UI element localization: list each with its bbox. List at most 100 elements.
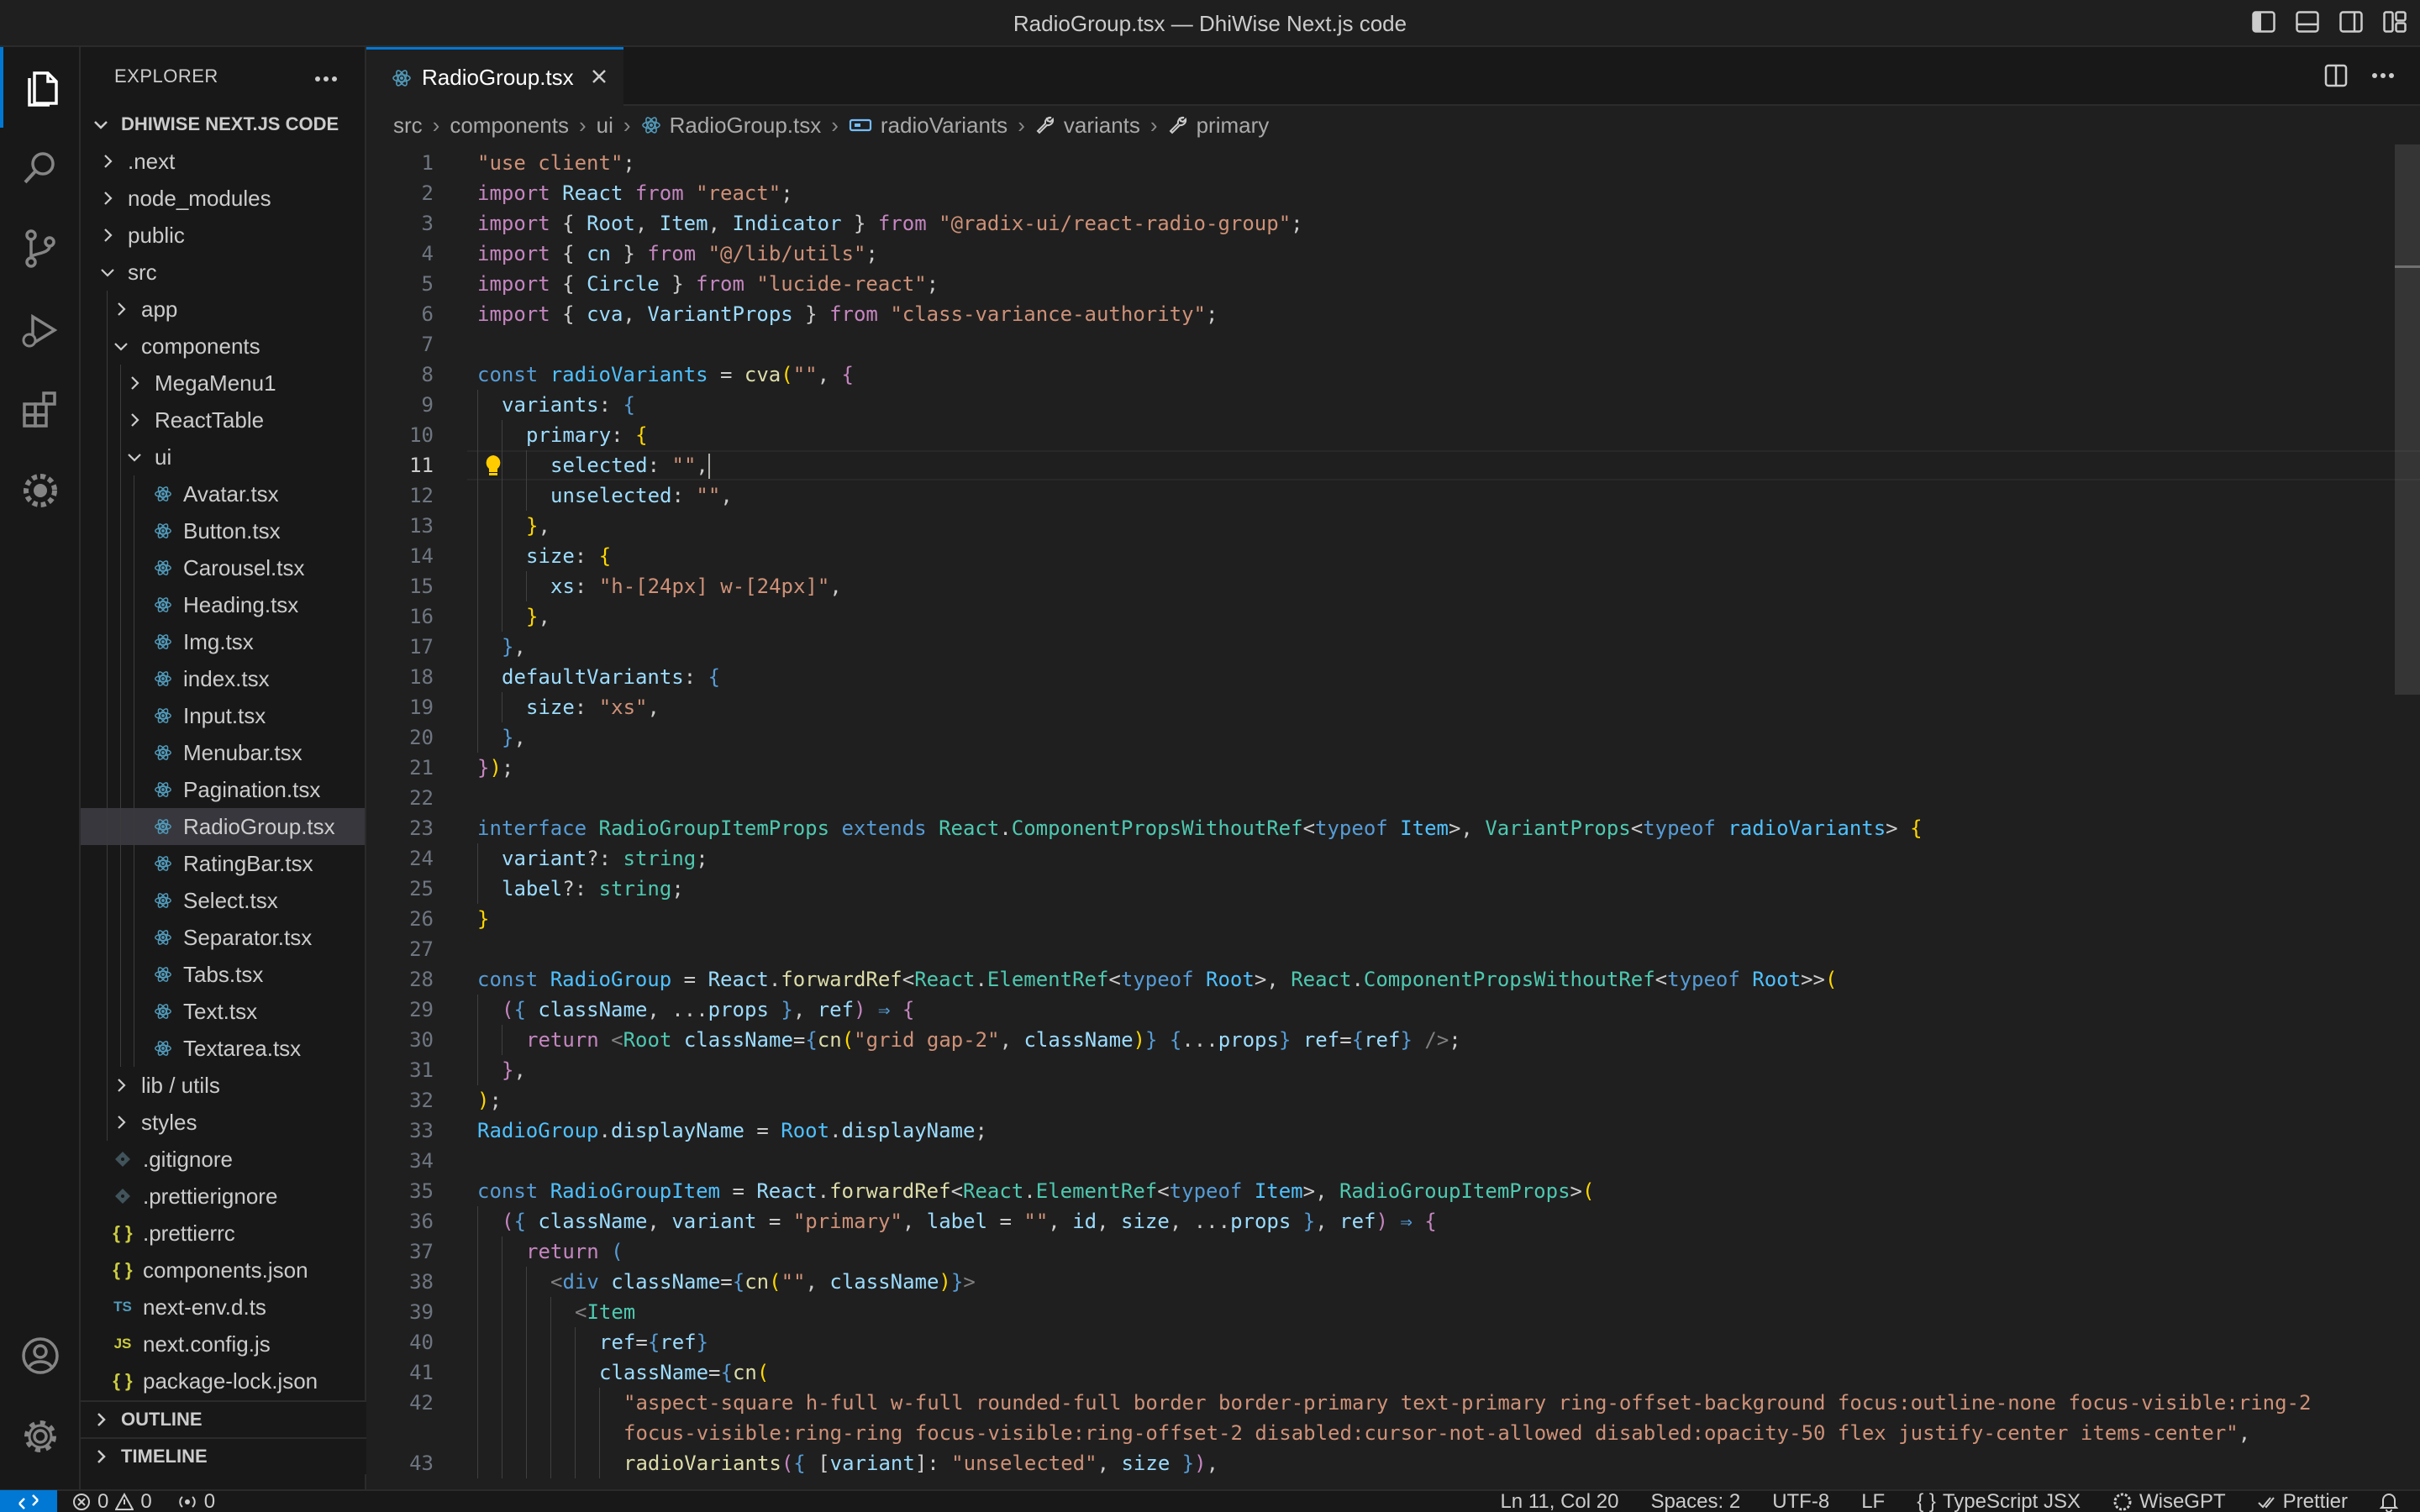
- tree-file[interactable]: RadioGroup.tsx: [81, 808, 365, 845]
- code-line[interactable]: },: [502, 722, 526, 753]
- code-line[interactable]: "use client";: [477, 148, 635, 178]
- tree-folder[interactable]: styles: [81, 1104, 365, 1141]
- code-line[interactable]: },: [526, 601, 550, 632]
- code-line[interactable]: import { Root, Item, Indicator } from "@…: [477, 208, 1303, 239]
- tree-folder[interactable]: node_modules: [81, 180, 365, 217]
- tree-file[interactable]: index.tsx: [81, 660, 365, 697]
- code-line[interactable]: primary: {: [526, 420, 648, 450]
- code-line[interactable]: focus-visible:ring-ring focus-visible:ri…: [623, 1418, 2250, 1448]
- tree-file[interactable]: Textarea.tsx: [81, 1030, 365, 1067]
- encoding[interactable]: UTF-8: [1772, 1490, 1829, 1512]
- code-line[interactable]: ref={ref}: [599, 1327, 708, 1357]
- code-line[interactable]: },: [526, 511, 550, 541]
- close-icon[interactable]: [591, 65, 608, 91]
- code-line[interactable]: interface RadioGroupItemProps extends Re…: [477, 813, 1923, 843]
- remote-indicator-icon[interactable]: [0, 1490, 57, 1512]
- outline-section[interactable]: OUTLINE: [81, 1400, 366, 1437]
- code-line[interactable]: <Item: [575, 1297, 635, 1327]
- tree-file[interactable]: Select.tsx: [81, 882, 365, 919]
- customize-layout-icon[interactable]: [2381, 8, 2408, 35]
- end-of-line[interactable]: LF: [1861, 1490, 1885, 1512]
- prettier-status[interactable]: Prettier: [2257, 1490, 2348, 1512]
- tree-file[interactable]: Text.tsx: [81, 993, 365, 1030]
- cursor-position[interactable]: Ln 11, Col 20: [1500, 1490, 1618, 1512]
- wisegpt-status[interactable]: WiseGPT: [2112, 1490, 2226, 1512]
- breadcrumb-item[interactable]: components: [450, 113, 569, 139]
- tree-file[interactable]: { } components.json: [81, 1252, 365, 1289]
- code-line[interactable]: const RadioGroup = React.forwardRef<Reac…: [477, 964, 1837, 995]
- code-line[interactable]: );: [477, 1085, 502, 1116]
- problems-indicator[interactable]: 0 0: [72, 1490, 152, 1512]
- tree-file[interactable]: Heading.tsx: [81, 586, 365, 623]
- code-line[interactable]: variants: {: [502, 390, 635, 420]
- tree-folder[interactable]: lib / utils: [81, 1067, 365, 1104]
- code-line[interactable]: return (: [526, 1236, 623, 1267]
- code-line[interactable]: selected: "",: [550, 450, 710, 480]
- tree-folder[interactable]: ReactTable: [81, 402, 365, 438]
- tree-file[interactable]: Img.tsx: [81, 623, 365, 660]
- tree-file[interactable]: { } package-lock.json: [81, 1362, 365, 1399]
- timeline-section[interactable]: TIMELINE: [81, 1437, 366, 1474]
- code-line[interactable]: },: [502, 632, 526, 662]
- code-line[interactable]: ({ className, ...props }, ref) ⇒ {: [502, 995, 914, 1025]
- code-line[interactable]: label?: string;: [502, 874, 684, 904]
- wisegpt-icon[interactable]: [0, 450, 81, 531]
- more-actions-icon[interactable]: [2371, 64, 2395, 92]
- code-line[interactable]: xs: "h-[24px] w-[24px]",: [550, 571, 842, 601]
- code-line[interactable]: const RadioGroupItem = React.forwardRef<…: [477, 1176, 1594, 1206]
- tree-file[interactable]: { } .prettierrc: [81, 1215, 365, 1252]
- tree-file[interactable]: Pagination.tsx: [81, 771, 365, 808]
- tree-folder[interactable]: ui: [81, 438, 365, 475]
- tree-folder[interactable]: public: [81, 217, 365, 254]
- breadcrumb-item-file[interactable]: RadioGroup.tsx: [641, 113, 821, 139]
- tree-file[interactable]: Input.tsx: [81, 697, 365, 734]
- search-icon[interactable]: [0, 128, 81, 208]
- code-line[interactable]: RadioGroup.displayName = Root.displayNam…: [477, 1116, 987, 1146]
- code-line[interactable]: import React from "react";: [477, 178, 793, 208]
- breadcrumb-symbol-property[interactable]: primary: [1168, 113, 1269, 139]
- code-line[interactable]: variant?: string;: [502, 843, 708, 874]
- code-line[interactable]: radioVariants({ [variant]: "unselected",…: [623, 1448, 1218, 1478]
- tree-folder[interactable]: components: [81, 328, 365, 365]
- ports-indicator[interactable]: 0: [177, 1490, 215, 1512]
- tree-folder[interactable]: app: [81, 291, 365, 328]
- code-line[interactable]: });: [477, 753, 513, 783]
- code-line[interactable]: },: [502, 1055, 526, 1085]
- tree-file[interactable]: Button.tsx: [81, 512, 365, 549]
- breadcrumb-item[interactable]: ui: [597, 113, 613, 139]
- code-editor[interactable]: 1 2 3 4 5 6 7 8 9 10 11 12 13 14 15 16 17 18 19 20 21 22 23 24 2…: [366, 144, 2420, 1489]
- tab-radiogroup[interactable]: RadioGroup.tsx: [366, 47, 623, 106]
- code-line[interactable]: import { Circle } from "lucide-react";: [477, 269, 939, 299]
- tree-file[interactable]: TS next-env.d.ts: [81, 1289, 365, 1326]
- notifications-bell-icon[interactable]: [2380, 1492, 2398, 1512]
- accounts-icon[interactable]: [0, 1315, 81, 1396]
- tree-file[interactable]: JS next.config.js: [81, 1326, 365, 1362]
- source-control-icon[interactable]: [0, 208, 81, 289]
- tree-file[interactable]: .gitignore: [81, 1141, 365, 1178]
- code-line[interactable]: ({ className, variant = "primary", label…: [502, 1206, 1437, 1236]
- breadcrumb-symbol-variable[interactable]: radioVariants: [849, 113, 1007, 139]
- code-line[interactable]: "aspect-square h-full w-full rounded-ful…: [623, 1388, 2311, 1418]
- breadcrumb-item[interactable]: src: [393, 113, 423, 139]
- run-and-debug-icon[interactable]: [0, 289, 81, 370]
- tree-folder[interactable]: .next: [81, 143, 365, 180]
- tree-file[interactable]: Menubar.tsx: [81, 734, 365, 771]
- code-line[interactable]: <div className={cn("", className)}>: [550, 1267, 976, 1297]
- tree-folder[interactable]: MegaMenu1: [81, 365, 365, 402]
- split-editor-icon[interactable]: [2324, 64, 2348, 92]
- code-line[interactable]: defaultVariants: {: [502, 662, 720, 692]
- extensions-icon[interactable]: [0, 370, 81, 450]
- code-line[interactable]: return <Root className={cn("grid gap-2",…: [526, 1025, 1461, 1055]
- code-line[interactable]: import { cn } from "@/lib/utils";: [477, 239, 878, 269]
- tree-file[interactable]: Separator.tsx: [81, 919, 365, 956]
- tree-file[interactable]: Carousel.tsx: [81, 549, 365, 586]
- toggle-primary-sidebar-icon[interactable]: [2250, 8, 2277, 35]
- indentation[interactable]: Spaces: 2: [1650, 1490, 1740, 1512]
- tree-file[interactable]: RatingBar.tsx: [81, 845, 365, 882]
- tree-file[interactable]: Tabs.tsx: [81, 956, 365, 993]
- tree-file[interactable]: .prettierignore: [81, 1178, 365, 1215]
- language-mode[interactable]: { } TypeScript JSX: [1917, 1490, 2081, 1512]
- workspace-root[interactable]: DHIWISE NEXT.JS CODE: [81, 106, 365, 143]
- tree-file[interactable]: Avatar.tsx: [81, 475, 365, 512]
- code-line[interactable]: size: {: [526, 541, 611, 571]
